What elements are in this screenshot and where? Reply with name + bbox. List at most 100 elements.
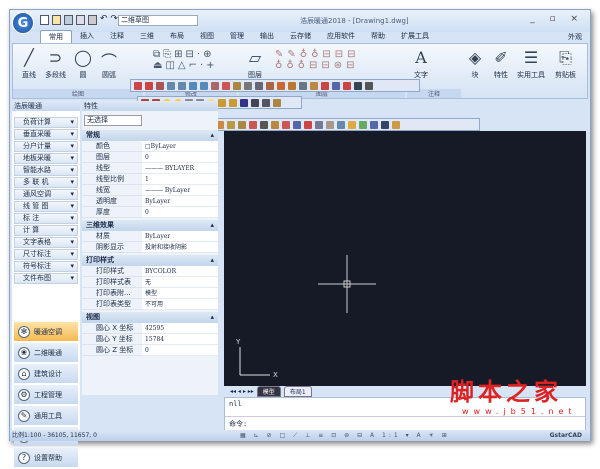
prop-section-header[interactable]: 打印样式 ▴ <box>82 255 218 266</box>
prop-value[interactable]: 15784 <box>142 334 218 345</box>
menu-item-smart-water[interactable]: 智能水路 ▾ <box>14 165 78 176</box>
open-icon[interactable] <box>52 15 61 25</box>
prop-value[interactable]: 1 <box>142 174 218 185</box>
prop-value[interactable]: BYCOLOR <box>142 266 218 277</box>
watermark-text: 脚本之家 <box>450 377 562 406</box>
tab-manage[interactable]: 管理 <box>222 30 252 43</box>
prop-row[interactable]: 阴影显示 投射和接收阴影 <box>82 242 218 253</box>
app-menu-button[interactable]: G <box>12 12 34 34</box>
prop-value[interactable]: ByLayer <box>142 231 218 242</box>
prop-value[interactable]: 不可用 <box>142 299 218 310</box>
menu-item-load-calc[interactable]: 负荷计算 ▾ <box>14 117 78 128</box>
tab-model[interactable]: 模型 <box>256 385 281 397</box>
prop-row[interactable]: 线型 ——— BYLAYER <box>82 163 218 174</box>
tab-insert[interactable]: 插入 <box>72 30 102 43</box>
prop-section-header[interactable]: 视图 ▴ <box>82 312 218 323</box>
tab-home[interactable]: 常用 <box>40 30 72 43</box>
prop-row[interactable]: 材质 ByLayer <box>82 231 218 242</box>
appearance-menu[interactable]: 外观 <box>568 32 582 42</box>
menu-item-metering[interactable]: 分户计量 ▾ <box>14 141 78 152</box>
prop-section-header[interactable]: 常规 ▴ <box>82 130 218 141</box>
menu-item-annotation[interactable]: 标 注 ▾ <box>14 213 78 224</box>
menu-item-vertical-heating[interactable]: 垂直采暖 ▾ <box>14 129 78 140</box>
layer-tools[interactable]: ✎✎♁♁⊟⊟⊟ ♁♁♁⊟⊟⊛⊟ <box>275 49 395 77</box>
menu-item-vrf[interactable]: 多 联 机 ▾ <box>14 177 78 188</box>
status-toggles[interactable]: ▦ ⊾ ⊘ □ ⟋ ⊥ ≡ ⊡ ⊚ ⊟ A 1:1 ▾ A ☀ ⊞ <box>240 430 450 441</box>
prop-row[interactable]: 厚度 0 <box>82 207 218 218</box>
menu-item-dimension[interactable]: 尺寸标注 ▾ <box>14 249 78 260</box>
tab-annotate[interactable]: 注释 <box>102 30 132 43</box>
floating-toolbar-dimension[interactable] <box>130 79 420 92</box>
prop-value[interactable]: 0 <box>142 207 218 218</box>
prop-row[interactable]: 打印样式 BYCOLOR <box>82 266 218 277</box>
tab-output[interactable]: 输出 <box>252 30 282 43</box>
prop-row[interactable]: 图层 0 <box>82 152 218 163</box>
prop-value[interactable]: 投射和接收阴影 <box>142 242 218 253</box>
undo-icon[interactable]: ↶ ↷ <box>100 14 118 24</box>
prop-value[interactable]: ——— BYLAYER <box>142 163 218 174</box>
command-input[interactable]: 命令: <box>225 417 585 431</box>
tab-layout[interactable]: 布局 <box>162 30 192 43</box>
module-architecture[interactable]: ⌂ 建筑设计 <box>14 364 78 383</box>
properties-button[interactable]: ✐ 特性 <box>491 48 511 80</box>
prop-value[interactable]: 无 <box>142 277 218 288</box>
tab-cloud[interactable]: 云存储 <box>282 30 319 43</box>
drawing-canvas[interactable]: YX <box>224 131 586 386</box>
module-project[interactable]: ⚙ 工程管理 <box>14 385 78 404</box>
new-icon[interactable] <box>40 15 49 25</box>
prop-row[interactable]: 线型比例 1 <box>82 174 218 185</box>
tab-view[interactable]: 视图 <box>192 30 222 43</box>
prop-row[interactable]: 圆心 Y 坐标 15784 <box>82 334 218 345</box>
prop-row[interactable]: 圆心 X 坐标 42595 <box>82 323 218 334</box>
module-2d-hvac[interactable]: ❀ 二维暖通 <box>14 343 78 362</box>
menu-item-text-table[interactable]: 文字表格 ▾ <box>14 237 78 248</box>
tab-extensions[interactable]: 扩展工具 <box>393 30 437 43</box>
arc-button[interactable]: ⌒ 圆弧 <box>99 48 119 80</box>
window-controls[interactable]: _ ▫ × <box>530 14 584 24</box>
utilities-button[interactable]: ☰ 实用工具 <box>517 48 545 80</box>
tab-layout1[interactable]: 布局1 <box>283 385 312 397</box>
prop-value[interactable]: 0 <box>142 152 218 163</box>
save-icon[interactable] <box>64 15 73 25</box>
tab-help[interactable]: 帮助 <box>363 30 393 43</box>
block-button[interactable]: ◈ 块 <box>465 48 485 80</box>
menu-item-calculate[interactable]: 计 算 ▾ <box>14 225 78 236</box>
menu-item-pipe-diagram[interactable]: 线 管 图 ▾ <box>14 201 78 212</box>
prop-row[interactable]: 打印表类型 不可用 <box>82 299 218 310</box>
prop-value[interactable]: 0 <box>142 345 218 356</box>
layer-button[interactable]: ▱ 图层 <box>245 48 265 80</box>
modify-tools[interactable]: ⧉⎘⊞⊟·⊕ ⏏◫△⌐·+ <box>153 49 243 77</box>
prop-row[interactable]: 圆心 Z 坐标 0 <box>82 345 218 356</box>
prop-value[interactable]: ——— ByLayer <box>142 185 218 196</box>
menu-item-ventilation[interactable]: 通风空调 ▾ <box>14 189 78 200</box>
prop-row[interactable]: 透明度 ByLayer <box>82 196 218 207</box>
polyline-button[interactable]: ⊃ 多段线 <box>45 48 66 80</box>
module-settings-help[interactable]: ? 设置帮助 <box>14 448 78 467</box>
clipboard-button[interactable]: ⎘ 剪贴板 <box>555 48 576 80</box>
tab-3d[interactable]: 三维 <box>132 30 162 43</box>
text-button[interactable]: A 文字 <box>411 48 431 80</box>
prop-section-header[interactable]: 三维效果 ▴ <box>82 220 218 231</box>
menu-item-symbol[interactable]: 符号标注 ▾ <box>14 261 78 272</box>
module-hvac[interactable]: ✻ 暖通空调 <box>14 322 78 341</box>
workspace-select[interactable]: 二维草图 <box>118 15 198 26</box>
menu-item-file-layout[interactable]: 文件布图 ▾ <box>14 273 78 284</box>
circle-button[interactable]: ◯ 圆 <box>73 48 93 80</box>
line-button[interactable]: ╱ 直线 <box>19 48 39 80</box>
tab-nav-arrows[interactable]: ◂◂ ◂ ▸ ▸▸ <box>230 388 254 395</box>
print-icon[interactable] <box>88 15 97 25</box>
prop-row[interactable]: 颜色 □ByLayer <box>82 141 218 152</box>
prop-row[interactable]: 打印样式表无 <box>82 277 218 288</box>
menu-item-floor-heating[interactable]: 地板采暖 ▾ <box>14 153 78 164</box>
selection-dropdown[interactable]: 无选择 <box>84 115 142 126</box>
clipboard-icon: ⎘ <box>559 48 572 67</box>
prop-value[interactable]: 42595 <box>142 323 218 334</box>
prop-value[interactable]: 模型 <box>142 288 218 299</box>
prop-value[interactable]: □ByLayer <box>142 141 218 152</box>
module-tools[interactable]: ✎ 通用工具 <box>14 406 78 425</box>
prop-value[interactable]: ByLayer <box>142 196 218 207</box>
tab-apps[interactable]: 应用软件 <box>319 30 363 43</box>
prop-row[interactable]: 打印表附... 模型 <box>82 288 218 299</box>
save-as-icon[interactable] <box>76 15 85 25</box>
prop-row[interactable]: 线宽 ——— ByLayer <box>82 185 218 196</box>
